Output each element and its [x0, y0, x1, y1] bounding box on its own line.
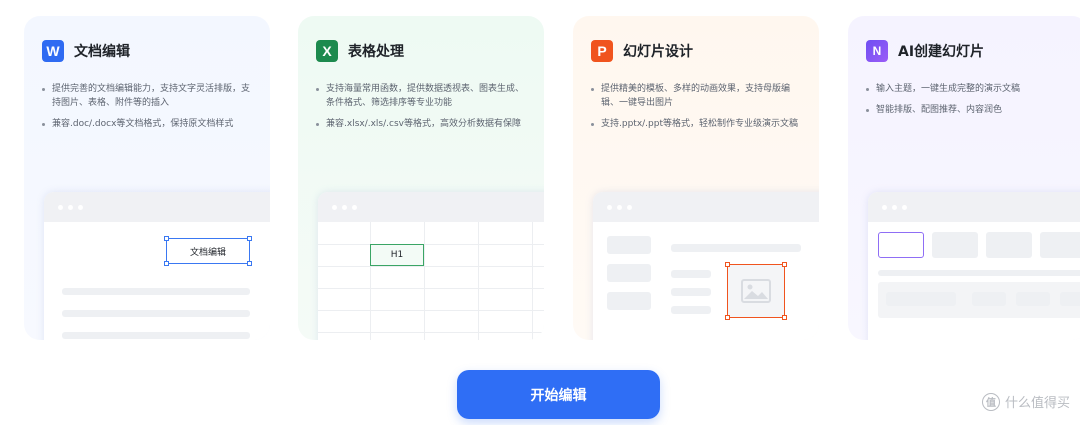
- sheet-feature-list: 支持海量常用函数，提供数据透视表、图表生成、条件格式、筛选排序等专业功能 兼容.…: [316, 82, 530, 138]
- selected-text-box: 文档编辑: [164, 236, 252, 266]
- ppt-preview-window: [593, 192, 819, 340]
- feature-item: 支持.pptx/.ppt等格式，轻松制作专业级演示文稿: [591, 117, 805, 131]
- ppt-feature-list: 提供精美的模板、多样的动画效果，支持母版编辑、一键导出图片 支持.pptx/.p…: [591, 82, 805, 138]
- watermark-logo-icon: 值: [981, 392, 1000, 411]
- doc-feature-list: 提供完善的文档编辑能力，支持文字灵活排版，支持图片、表格、附件等的插入 兼容.d…: [42, 82, 256, 138]
- feature-item: 兼容.doc/.docx等文档格式，保持原文档样式: [42, 117, 256, 131]
- sheet-card-header: X 表格处理: [316, 40, 404, 62]
- doc-card-header: W 文档编辑: [42, 40, 130, 62]
- feature-item: 输入主题，一键生成完整的演示文稿: [866, 82, 1074, 96]
- image-icon: [741, 279, 771, 303]
- selected-slide-thumb: [878, 232, 924, 258]
- ai-preview-window: [868, 192, 1080, 340]
- window-titlebar: [318, 192, 544, 222]
- feature-item: 兼容.xlsx/.xls/.csv等格式，高效分析数据有保障: [316, 117, 530, 131]
- feature-item: 提供完善的文档编辑能力，支持文字灵活排版，支持图片、表格、附件等的插入: [42, 82, 256, 110]
- window-titlebar: [593, 192, 819, 222]
- ai-card-title: AI创建幻灯片: [898, 44, 985, 60]
- window-titlebar: [868, 192, 1080, 222]
- selected-text-label: 文档编辑: [189, 247, 226, 258]
- site-watermark: 值 什么值得买: [981, 392, 1070, 411]
- sheet-card-title: 表格处理: [348, 44, 404, 60]
- ppt-card-header: P 幻灯片设计: [591, 40, 693, 62]
- doc-card-title: 文档编辑: [74, 44, 130, 60]
- watermark-text: 什么值得买: [1004, 396, 1070, 411]
- selected-image: [725, 262, 787, 320]
- slide-design-card[interactable]: P 幻灯片设计 提供精美的模板、多样的动画效果，支持母版编辑、一键导出图片 支持…: [573, 16, 819, 340]
- excel-icon: X: [316, 40, 338, 62]
- feature-item: 支持海量常用函数，提供数据透视表、图表生成、条件格式、筛选排序等专业功能: [316, 82, 530, 110]
- word-icon: W: [42, 40, 64, 62]
- ai-feature-list: 输入主题，一键生成完整的演示文稿 智能排版、配图推荐、内容润色: [866, 82, 1074, 124]
- ai-icon: N: [866, 40, 888, 62]
- ai-slide-card[interactable]: N AI创建幻灯片 输入主题，一键生成完整的演示文稿 智能排版、配图推荐、内容润…: [848, 16, 1080, 340]
- selected-cell: H1: [370, 244, 424, 266]
- feature-item: 提供精美的模板、多样的动画效果，支持母版编辑、一键导出图片: [591, 82, 805, 110]
- sheet-card[interactable]: X 表格处理 支持海量常用函数，提供数据透视表、图表生成、条件格式、筛选排序等专…: [298, 16, 544, 340]
- window-titlebar: [44, 192, 270, 222]
- doc-edit-card[interactable]: W 文档编辑 提供完善的文档编辑能力，支持文字灵活排版，支持图片、表格、附件等的…: [24, 16, 270, 340]
- powerpoint-icon: P: [591, 40, 613, 62]
- doc-preview-window: 文档编辑: [44, 192, 270, 340]
- feature-item: 智能排版、配图推荐、内容润色: [866, 103, 1074, 117]
- start-editing-button[interactable]: 开始编辑: [457, 370, 660, 419]
- ppt-card-title: 幻灯片设计: [623, 44, 693, 60]
- ai-card-header: N AI创建幻灯片: [866, 40, 984, 62]
- sheet-preview-window: H1: [318, 192, 544, 340]
